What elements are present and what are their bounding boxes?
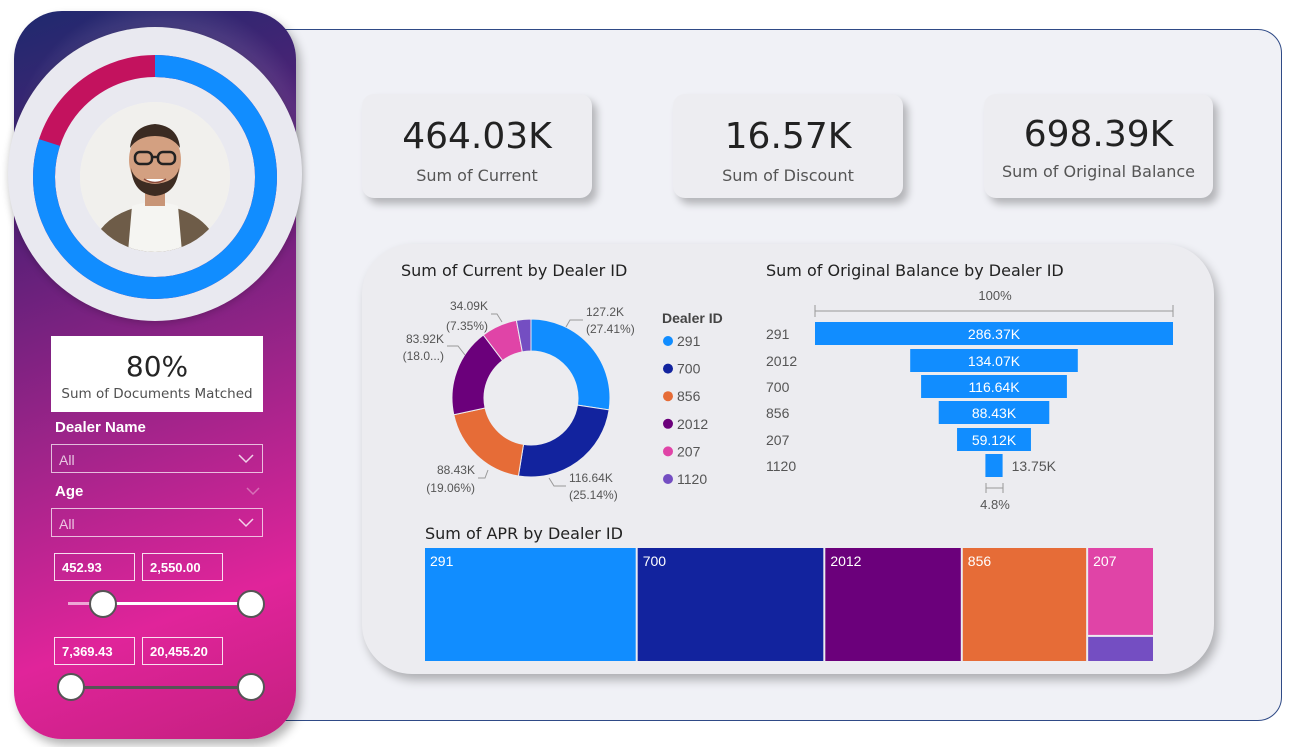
range2-max-input[interactable]: 20,455.20	[142, 637, 223, 665]
kpi-label: Sum of Discount	[722, 166, 854, 185]
chevron-down-icon	[238, 518, 254, 528]
range2-min-input[interactable]: 7,369.43	[54, 637, 135, 665]
funnel-chart-title: Sum of Original Balance by Dealer ID	[766, 261, 1064, 280]
chevron-down-icon	[246, 487, 260, 496]
chart-panel	[362, 244, 1214, 674]
range1-fill	[103, 602, 251, 605]
range2-min-handle[interactable]	[57, 673, 85, 701]
kpi-value: 698.39K	[1023, 114, 1174, 155]
range1-max-input[interactable]: 2,550.00	[142, 553, 223, 581]
donut-chart-title: Sum of Current by Dealer ID	[401, 261, 628, 280]
kpi-card-original-balance: 698.39K Sum of Original Balance	[984, 94, 1213, 198]
treemap-chart-title: Sum of APR by Dealer ID	[425, 524, 623, 543]
chevron-down-icon	[238, 454, 254, 464]
range2-track	[70, 686, 251, 689]
avatar	[80, 102, 230, 252]
age-label: Age	[55, 483, 84, 500]
range2-max-handle[interactable]	[237, 673, 265, 701]
age-dropdown[interactable]: All	[51, 508, 263, 537]
kpi-value: 464.03K	[402, 116, 552, 157]
kpi-label: Sum of Original Balance	[1002, 162, 1195, 181]
documents-matched-label: Sum of Documents Matched	[61, 386, 253, 402]
kpi-label: Sum of Current	[416, 166, 538, 185]
kpi-card-current: 464.03K Sum of Current	[362, 94, 592, 198]
range1-max-handle[interactable]	[237, 590, 265, 618]
range1-min-input[interactable]: 452.93	[54, 553, 135, 581]
range1-min-handle[interactable]	[89, 590, 117, 618]
age-value: All	[59, 516, 75, 532]
documents-matched-value: 80%	[125, 350, 189, 383]
kpi-value: 16.57K	[724, 116, 852, 157]
dealer-name-value: All	[59, 452, 75, 468]
dealer-name-dropdown[interactable]: All	[51, 444, 263, 473]
kpi-card-discount: 16.57K Sum of Discount	[673, 94, 903, 198]
documents-matched-card: 80% Sum of Documents Matched	[51, 336, 263, 412]
dealer-name-label: Dealer Name	[55, 419, 146, 436]
